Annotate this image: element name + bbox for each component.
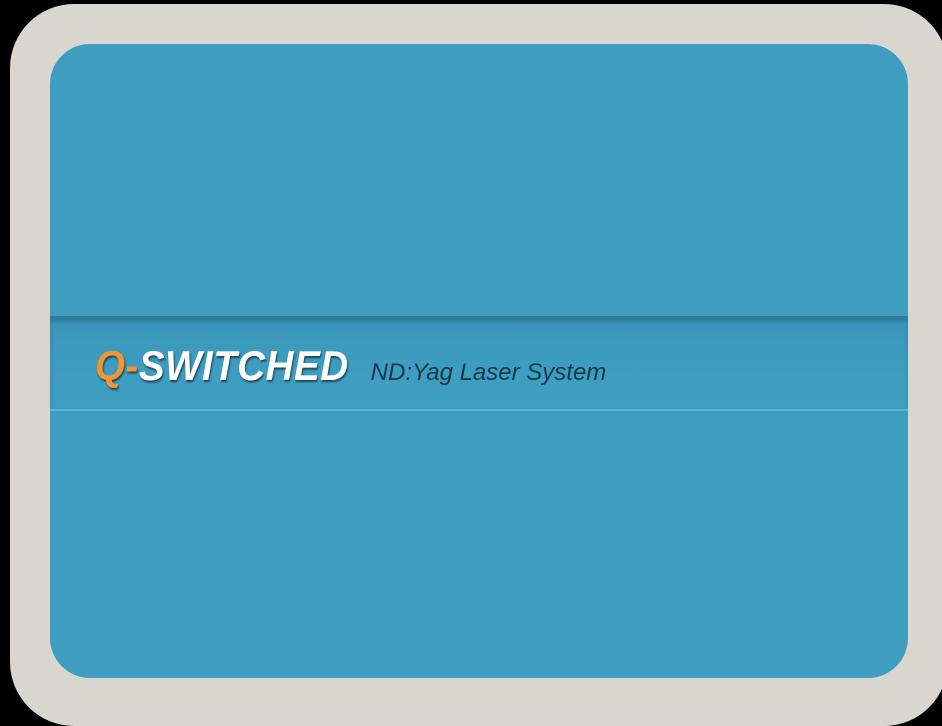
splash-screen: Q-SWITCHED ND:Yag Laser System <box>50 44 908 678</box>
brand-logo: Q-SWITCHED <box>95 342 349 390</box>
brand-logo-accent: Q- <box>95 342 139 389</box>
product-subtitle: ND:Yag Laser System <box>370 359 607 386</box>
brand-logo-main: SWITCHED <box>138 342 349 389</box>
title-band: Q-SWITCHED ND:Yag Laser System <box>50 316 908 411</box>
product-title: Q-SWITCHED ND:Yag Laser System <box>95 342 606 390</box>
